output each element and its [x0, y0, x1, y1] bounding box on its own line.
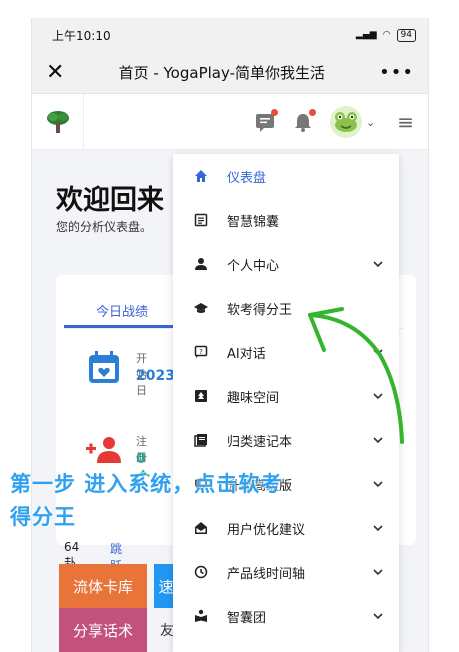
signal-icon: ▂▄▆: [355, 30, 377, 40]
calendar-icon: [89, 351, 119, 383]
notification-badge: [309, 109, 317, 116]
annotation-text: 第一步 进入系统，点击软考 得分王: [10, 468, 282, 534]
start-date-value: 2023: [136, 368, 175, 384]
add-user-icon: [86, 437, 121, 463]
close-icon[interactable]: ✕: [46, 61, 64, 84]
tree-icon: [193, 388, 209, 404]
frog-avatar[interactable]: [330, 106, 363, 138]
chevron-down-icon[interactable]: ⌄: [366, 116, 375, 129]
status-time: 上午10:10: [52, 28, 111, 43]
menu-item-dashboard[interactable]: 仪表盘: [173, 154, 399, 198]
bell-icon[interactable]: [292, 109, 317, 133]
menu-item-ruankao[interactable]: 软考得分王: [173, 286, 399, 330]
menu-label: 归类速记本: [227, 434, 293, 450]
chevron-down-icon: [373, 389, 383, 404]
annotation-line-2: 得分王: [10, 505, 76, 529]
annotation-line-1: 第一步 进入系统，点击软考: [10, 472, 283, 496]
tree-logo-icon[interactable]: [32, 93, 84, 150]
menu-item-notebook[interactable]: 归类速记本: [173, 418, 399, 462]
menu-label: 仪表盘: [227, 170, 267, 186]
menu-label: AI对话: [227, 346, 266, 362]
menu-label: 趣味空间: [227, 390, 280, 406]
reading-icon: [193, 608, 209, 624]
wifi-icon: ◠: [382, 30, 391, 40]
menu-item-timeline[interactable]: 产品线时间轴: [173, 550, 399, 594]
tile-friend[interactable]: 友: [160, 620, 174, 640]
welcome-subtitle: 您的分析仪表盘。: [56, 220, 153, 234]
menu-item-fun-space[interactable]: 趣味空间: [173, 374, 399, 418]
status-bar: 上午10:10 ▂▄▆ ◠ 94: [32, 18, 428, 52]
home-icon: [193, 168, 209, 184]
menu-item-ai-chat[interactable]: ? AI对话: [173, 330, 399, 374]
timer-icon: [193, 564, 209, 580]
page-title: 首页 - YogaPlay-简单你我生活: [118, 64, 326, 82]
chevron-down-icon: [373, 609, 383, 624]
header-actions: ⌄ ≡: [254, 94, 414, 150]
tab-today[interactable]: 今日战绩: [64, 291, 181, 328]
tile-share-talk[interactable]: 分享话术: [59, 608, 147, 652]
menu-label: 产品线时间轴: [227, 566, 306, 582]
chevron-down-icon: [373, 565, 383, 580]
messages-icon[interactable]: [254, 109, 279, 133]
battery-indicator: 94: [396, 28, 416, 42]
menu-item-wisdom[interactable]: 智慧锦囊: [173, 198, 399, 242]
user-menu[interactable]: ⌄: [330, 106, 375, 138]
dropdown-menu: 仪表盘 智慧锦囊 个人中心 软考得分王 ? AI对话 趣味空间 归类速记本 升级…: [173, 154, 399, 652]
person-icon: [193, 256, 209, 272]
notebook-icon: [193, 432, 209, 448]
graduation-cap-icon: [193, 300, 209, 316]
menu-label: 个人中心: [227, 258, 280, 274]
menu-label: 智囊团: [227, 610, 267, 626]
welcome-heading: 欢迎回来: [56, 185, 164, 216]
document-icon: [193, 212, 209, 228]
status-icons: ▂▄▆ ◠ 94: [355, 28, 416, 42]
browser-titlebar: ✕ 首页 - YogaPlay-简单你我生活 •••: [32, 52, 428, 94]
hamburger-menu-icon[interactable]: ≡: [397, 110, 414, 134]
menu-label: 软考得分王: [227, 302, 293, 318]
menu-label: 智慧锦囊: [227, 214, 280, 230]
chevron-down-icon: [373, 257, 383, 272]
app-header: ⌄ ≡: [32, 93, 428, 150]
tile-fluid-card[interactable]: 流体卡库: [59, 564, 147, 608]
svg-text:?: ?: [199, 348, 203, 356]
chat-question-icon: ?: [193, 344, 209, 360]
menu-item-think-tank[interactable]: 智囊团: [173, 594, 399, 638]
phone-screen: 上午10:10 ▂▄▆ ◠ 94 ✕ 首页 - YogaPlay-简单你我生活 …: [31, 18, 429, 652]
menu-item-profile[interactable]: 个人中心: [173, 242, 399, 286]
message-badge: [271, 109, 279, 116]
chevron-down-icon: [373, 433, 383, 448]
chevron-down-icon: [373, 477, 383, 492]
chevron-down-icon: [373, 521, 383, 536]
chevron-down-icon: [373, 345, 383, 360]
more-icon[interactable]: •••: [379, 62, 414, 83]
